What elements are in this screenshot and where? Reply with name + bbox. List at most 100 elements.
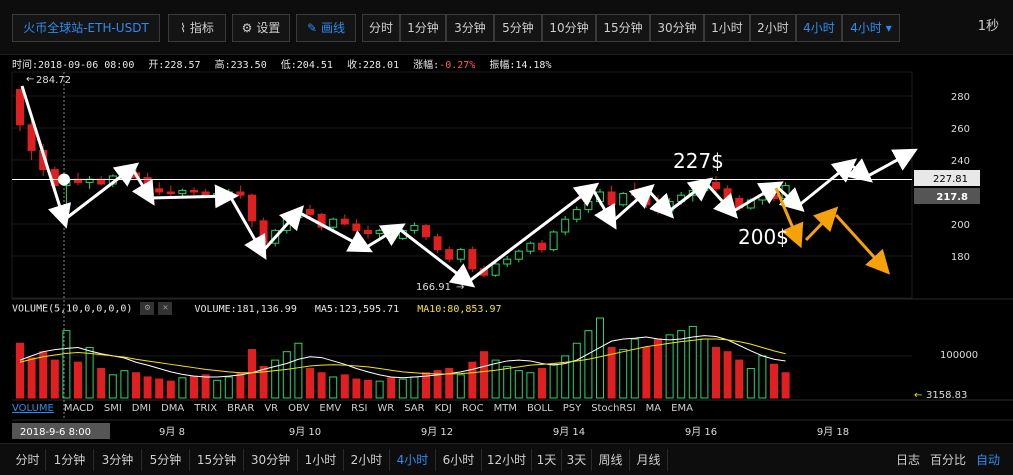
volume-bar-up	[665, 334, 674, 399]
indicator-tab-emv[interactable]: EMV	[319, 403, 341, 414]
indicator-tab-rsi[interactable]: RSI	[351, 403, 367, 414]
indicator-tab-ma[interactable]: MA	[646, 403, 661, 414]
bottom-tab-interval-12[interactable]: 3天	[562, 449, 592, 471]
candle-down	[16, 89, 24, 126]
volume-bar-up	[120, 370, 129, 399]
bottom-tab-interval-8[interactable]: 4小时	[390, 449, 436, 471]
volume-bar-down	[50, 359, 59, 399]
candle-up	[456, 249, 465, 260]
volume-bar-down	[340, 374, 349, 399]
candle-down	[433, 236, 442, 251]
volume-bar-down	[97, 368, 106, 399]
date-tick-label: 9月 14	[553, 426, 585, 438]
min-price-arrow: →	[456, 282, 464, 293]
trend-arrow-orange	[834, 213, 891, 275]
date-tick-label: 9月 8	[159, 426, 185, 438]
indicator-tab-brar[interactable]: BRAR	[227, 403, 254, 414]
indicator-tab-dma[interactable]: DMA	[161, 403, 184, 414]
indicator-tab-smi[interactable]: SMI	[104, 403, 122, 414]
volume-bar-down	[166, 380, 175, 399]
indicator-tab-kdj[interactable]: KDJ	[435, 403, 452, 414]
bottom-tab-interval-10[interactable]: 12小时	[482, 449, 532, 471]
candle-down	[236, 191, 245, 196]
volume-bar-down	[387, 377, 396, 399]
indicator-tab-obv[interactable]: OBV	[288, 403, 309, 414]
volume-bar-up	[572, 342, 581, 399]
indicator-tab-mtm[interactable]: MTM	[494, 403, 517, 414]
candle-down	[630, 193, 639, 196]
candle-down	[538, 242, 546, 251]
volume-bar-down	[201, 374, 210, 399]
bottom-tab-interval-14[interactable]: 月线	[630, 449, 668, 471]
indicator-tab-boll[interactable]: BOLL	[527, 403, 553, 414]
info-high: 高:233.50	[214, 60, 267, 71]
bottom-tab-interval-6[interactable]: 1小时	[298, 449, 344, 471]
close-icon[interactable]: ✕	[158, 302, 173, 315]
volume-indicator-name: VOLUME(5,10,0,0,0,0)	[12, 303, 133, 315]
bottom-tab-interval-11[interactable]: 1天	[532, 449, 562, 471]
volume-bar-down	[74, 361, 82, 399]
candle-down	[201, 191, 210, 196]
crosshair-dot	[58, 173, 70, 186]
volume-bar-down	[27, 357, 36, 399]
volume-bar-up	[584, 330, 593, 399]
indicator-tab-sar[interactable]: SAR	[404, 403, 424, 414]
info-amplitude: 振幅:14.18%	[489, 60, 552, 71]
scale-option-2[interactable]: 自动	[971, 449, 1005, 471]
bottom-tab-interval-13[interactable]: 周线	[592, 449, 630, 471]
volume-current-label: 3158.83	[926, 390, 967, 401]
indicator-tab-ema[interactable]: EMA	[671, 403, 693, 414]
trend-arrow-white	[20, 85, 71, 229]
price-tick-label: 240	[951, 156, 970, 167]
volume-bar-down	[723, 351, 732, 399]
volume-bar-down	[654, 338, 662, 399]
bottom-tab-interval-3[interactable]: 5分钟	[142, 449, 190, 471]
candle-down	[607, 191, 616, 206]
candle-down	[259, 220, 268, 244]
scale-option-0[interactable]: 日志	[891, 449, 925, 471]
bottom-tab-interval-9[interactable]: 6小时	[436, 449, 482, 471]
max-price-arrow: ←	[26, 74, 34, 85]
indicator-tab-trix[interactable]: TRIX	[194, 403, 217, 414]
volume-bar-down	[468, 361, 477, 399]
volume-ma10: MA10:80,853.97	[417, 303, 502, 315]
candle-down	[422, 225, 430, 238]
candle-down	[770, 194, 778, 199]
candle-down	[340, 218, 349, 225]
candle-up	[410, 225, 419, 231]
indicator-tab-macd[interactable]: MACD	[64, 403, 94, 414]
volume-bar-up	[224, 376, 233, 399]
candles	[16, 88, 790, 277]
gear-icon[interactable]: ⚙	[140, 302, 155, 315]
indicator-tab-psy[interactable]: PSY	[563, 403, 582, 414]
volume-bar-up	[329, 376, 338, 399]
annotation-227: 227$	[673, 149, 724, 173]
indicator-tab-wr[interactable]: WR	[377, 403, 394, 414]
info-open: 开:228.57	[148, 60, 201, 71]
bottom-tab-interval-2[interactable]: 3分钟	[94, 449, 142, 471]
indicator-tab-stochrsi[interactable]: StochRSI	[591, 403, 635, 414]
candle-down	[190, 189, 198, 193]
volume-bar-up	[700, 338, 709, 399]
info-time: 时间:2018-09-06 08:00	[12, 60, 135, 71]
bottom-tab-interval-0[interactable]: 分时	[10, 449, 46, 471]
volume-bar-up	[596, 317, 604, 399]
info-change: 涨幅:-0.27%	[413, 60, 476, 71]
indicator-tab-vr[interactable]: VR	[264, 403, 278, 414]
bottom-tab-interval-7[interactable]: 2小时	[344, 449, 390, 471]
bottom-tab-interval-1[interactable]: 1分钟	[46, 449, 94, 471]
indicator-tab-roc[interactable]: ROC	[462, 403, 484, 414]
bottom-tab-interval-5[interactable]: 30分钟	[244, 449, 298, 471]
scale-option-1[interactable]: 百分比	[925, 449, 971, 471]
volume-bar-down	[480, 351, 488, 399]
indicator-tab-dmi[interactable]: DMI	[132, 403, 151, 414]
volume-bar-down	[642, 346, 651, 399]
trend-arrow-white	[149, 184, 239, 209]
volume-bar-up	[410, 376, 419, 399]
indicator-tab-volume[interactable]: VOLUME	[12, 403, 54, 414]
bottom-tab-interval-4[interactable]: 15分钟	[190, 449, 244, 471]
trend-arrow-orange	[804, 206, 839, 242]
volume-bar-down	[190, 375, 198, 399]
volume-bar-up	[294, 342, 303, 399]
price-tick-label: 280	[951, 92, 970, 103]
